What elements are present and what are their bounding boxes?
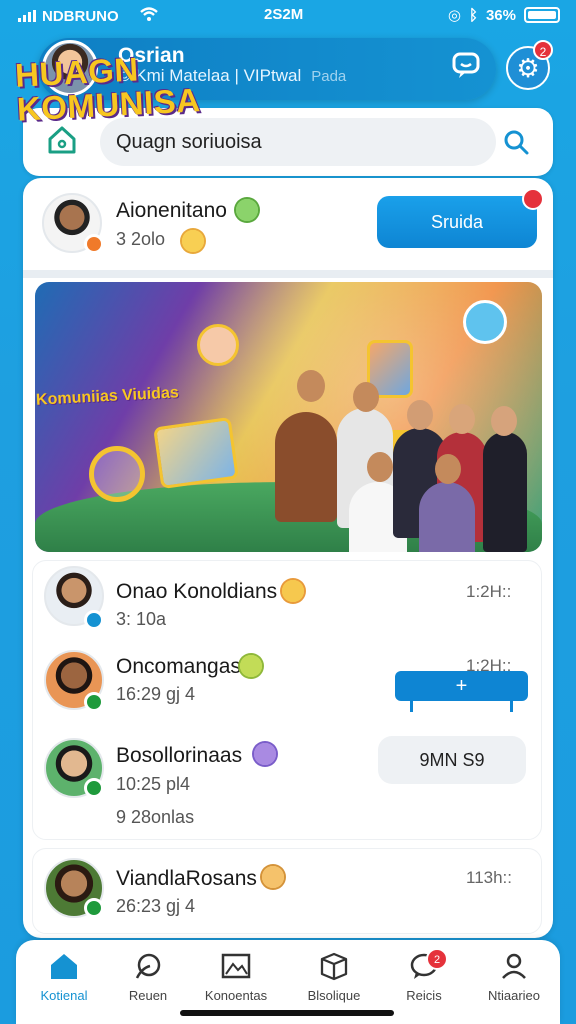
conversation-time: 113h::: [466, 868, 513, 887]
tab-label: Ntiaarieo: [487, 988, 541, 1003]
conversation-meta: 10:25 pl4: [116, 774, 191, 794]
add-button-leg: [410, 700, 413, 712]
search-input[interactable]: [100, 118, 496, 166]
notification-badge: 2: [533, 40, 553, 60]
person-figure: [483, 432, 527, 552]
tab-label: Reuen: [128, 988, 168, 1003]
status-bar: NDBRUNO 2S2M ◎ ᛒ 36%: [0, 0, 576, 30]
home-icon: [51, 954, 77, 979]
conversation-name[interactable]: Oncomangas: [116, 655, 241, 679]
status-dot: [84, 898, 104, 918]
carrier-label: NDBRUNO: [42, 7, 119, 25]
person-head: [491, 406, 517, 436]
conversation-meta: 26:23 gj 4: [116, 896, 196, 916]
home-indicator: [180, 1010, 394, 1016]
tab-label: Konoentas: [204, 988, 268, 1003]
status-dot: [84, 610, 104, 630]
conversation-name[interactable]: ViandlaRosans: [116, 867, 257, 891]
bubble-tile: [463, 300, 507, 344]
status-dot: [84, 692, 104, 712]
smile-emoji-icon: [180, 228, 206, 254]
battery-percent: 36%: [485, 6, 516, 24]
action-button[interactable]: Sruida: [377, 196, 537, 248]
photo-tile: [153, 416, 239, 490]
tab-konoentas[interactable]: Konoentas: [188, 948, 284, 1012]
avatar-tile: [197, 324, 239, 366]
battery-icon: [524, 7, 560, 23]
conversation-action-button[interactable]: 9MN S9: [378, 736, 526, 784]
header-subtitle-dim: Pada: [311, 68, 347, 85]
tab-blsolique[interactable]: Blsolique: [286, 948, 382, 1012]
person-head: [407, 400, 433, 430]
banner-title: HUAGN KOMUNISA: [14, 49, 201, 127]
person-head: [353, 382, 379, 412]
post-author-name: Aionenitano: [116, 199, 227, 222]
search-icon[interactable]: [502, 128, 530, 156]
person-head: [435, 454, 461, 484]
divider: [23, 270, 553, 278]
person-head: [367, 452, 393, 482]
conversation-name[interactable]: Onao Konoldians: [116, 580, 277, 604]
conversation-time: 1:2H::: [466, 582, 512, 601]
clock: 2S2M: [264, 6, 304, 23]
person-head: [449, 404, 475, 434]
bluetooth-icon: ᛒ: [468, 6, 478, 24]
action-badge: [522, 188, 544, 210]
person-figure: [275, 412, 337, 522]
status-dot: [84, 234, 104, 254]
wink-emoji-icon: [252, 741, 278, 767]
conversation-card: [32, 848, 542, 934]
tab-home[interactable]: Kotienal: [16, 948, 112, 1012]
conversation-meta: 16:29 gj 4: [116, 684, 196, 704]
post-meta: 3 2olo: [116, 229, 166, 249]
magnifier-tile: [89, 446, 145, 502]
conversation-name[interactable]: Bosollorinaas: [116, 744, 242, 768]
status-dot: [84, 778, 104, 798]
chat-bubble-icon: [452, 52, 480, 78]
conversation-meta-secondary: 9 28onlas: [116, 807, 195, 827]
person-figure: [419, 482, 475, 552]
alarm-icon: ◎: [447, 7, 461, 24]
tab-badge: 2: [426, 948, 448, 970]
tab-label: Reicis: [406, 988, 442, 1003]
cat-emoji-icon: [260, 864, 286, 890]
signal-icon: [18, 10, 36, 22]
tab-label: Kotienal: [40, 988, 88, 1003]
tab-profile[interactable]: Ntiaarieo: [466, 948, 562, 1012]
conversation-meta: 3: 10a: [116, 609, 167, 629]
tab-reicis[interactable]: Reicis: [376, 948, 472, 1012]
leaf-icon: [135, 953, 161, 979]
community-banner[interactable]: [35, 282, 542, 552]
wifi-icon: [139, 6, 159, 26]
tab-reuen[interactable]: Reuen: [100, 948, 196, 1012]
photo-icon: [221, 953, 251, 979]
smile-emoji-icon: [238, 653, 264, 679]
person-head: [297, 370, 325, 402]
home-icon[interactable]: [46, 124, 78, 156]
box-icon: [320, 952, 348, 981]
love-emoji-icon: [280, 578, 306, 604]
add-button[interactable]: +: [395, 671, 528, 701]
profile-icon: [502, 953, 526, 979]
add-button-leg: [510, 700, 513, 712]
chat-button[interactable]: [446, 50, 486, 86]
smile-emoji-icon: [234, 197, 260, 223]
tab-label: Blsolique: [307, 988, 361, 1003]
